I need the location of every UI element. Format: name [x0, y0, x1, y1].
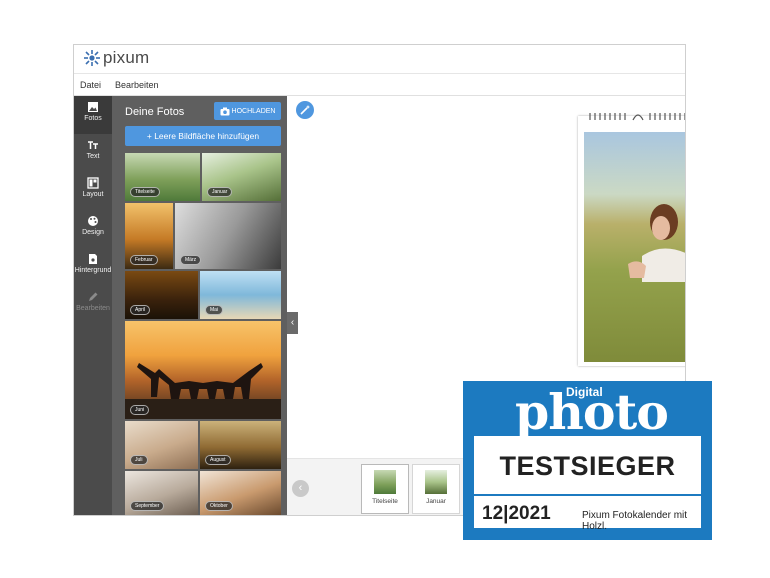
thumb-label: Juni [130, 405, 150, 415]
thumb-label: Mai [205, 305, 224, 315]
page-label: Januar [426, 498, 446, 505]
photo-thumbnail[interactable]: Titelseite [125, 153, 200, 201]
page-label: Titelseite [372, 498, 398, 505]
add-label: + Leere Bildfläche hinzufügen [146, 131, 260, 141]
thumb-label: April [130, 305, 151, 315]
sun-logo-icon [84, 50, 100, 66]
page-preview [374, 470, 396, 494]
photos-panel: Deine Fotos HOCHLADEN + Leere Bildfläche… [112, 96, 287, 515]
rail-item-bearbeiten[interactable]: Bearbeiten [74, 286, 112, 324]
thumb-label: März [180, 255, 202, 265]
rail-item-design[interactable]: Design [74, 210, 112, 248]
menu-bar: Datei Bearbeiten [74, 74, 685, 96]
photo-thumbnail[interactable]: August [200, 421, 281, 469]
thumb-label: Juli [130, 455, 148, 465]
image-icon [88, 102, 98, 112]
rail-label: Design [82, 229, 104, 236]
rail-label: Text [86, 153, 100, 160]
menu-datei[interactable]: Datei [80, 80, 101, 90]
calendar-photo[interactable] [584, 132, 685, 362]
magic-wand-button[interactable] [296, 101, 314, 119]
upload-button[interactable]: HOCHLADEN [214, 102, 281, 120]
calendar-page[interactable] [578, 113, 685, 366]
collapse-panel-button[interactable]: ‹ [287, 312, 298, 334]
rail-item-fotos[interactable]: Fotos [74, 96, 112, 134]
photo-thumbnail[interactable]: Mai [200, 271, 281, 319]
top-bar: pixum [74, 45, 685, 74]
photo-thumbnail[interactable]: Juli [125, 421, 198, 469]
rail-item-text[interactable]: Text [74, 134, 112, 172]
text-icon [88, 141, 98, 149]
award-panel: TESTSIEGER 12|2021 Pixum Fotokalender mi… [474, 436, 701, 532]
panel-title: Deine Fotos [125, 106, 185, 118]
page-preview [425, 470, 447, 494]
pencil-icon [89, 292, 98, 301]
add-empty-frame-button[interactable]: + Leere Bildfläche hinzufügen [125, 126, 281, 146]
family-silhouette [125, 363, 281, 419]
rail-label: Hintergrund [74, 267, 112, 274]
thumb-label: Titelseite [130, 187, 160, 197]
award-divider [474, 494, 701, 496]
strip-page-titelseite[interactable]: Titelseite [361, 464, 409, 514]
thumb-label: Januar [207, 187, 233, 197]
tool-rail: Fotos Text Layout Design Hintergrund Bea… [74, 96, 112, 515]
layout-icon [87, 177, 99, 189]
background-icon [89, 254, 97, 264]
photo-thumbnail[interactable]: Juni [125, 321, 281, 419]
woman-figure [628, 204, 685, 282]
magic-wand-icon [300, 105, 310, 115]
rail-label: Fotos [84, 115, 102, 122]
photo-thumbnail[interactable]: September [125, 471, 198, 515]
thumb-label: Februar [130, 255, 158, 265]
palette-icon [88, 216, 98, 226]
strip-page-januar[interactable]: Januar [412, 464, 460, 514]
thumb-label: August [205, 455, 231, 465]
spiral-binding [589, 113, 685, 121]
award-headline: TESTSIEGER [499, 451, 676, 481]
strip-prev-button[interactable]: ‹ [292, 480, 309, 497]
logo-text: pixum [103, 48, 150, 67]
pixum-logo[interactable]: pixum [83, 48, 149, 68]
award-brand: photo [515, 383, 669, 441]
photo-thumbnail[interactable]: Januar [202, 153, 281, 201]
testsieger-badge: Digital photo TESTSIEGER 12|2021 Pixum F… [463, 381, 712, 540]
rail-item-layout[interactable]: Layout [74, 172, 112, 210]
photo-thumbnail[interactable]: Februar [125, 203, 173, 269]
rail-label: Bearbeiten [76, 305, 110, 312]
camera-icon [220, 107, 230, 115]
award-issue: 12|2021 [482, 503, 551, 524]
menu-bearbeiten[interactable]: Bearbeiten [115, 80, 159, 90]
rail-item-hintergrund[interactable]: Hintergrund [74, 248, 112, 286]
thumb-label: September [130, 501, 165, 511]
photo-thumbnail[interactable]: April [125, 271, 198, 319]
upload-label: HOCHLADEN [231, 107, 276, 115]
thumb-label: Oktober [205, 501, 233, 511]
photo-thumbnail[interactable]: Oktober [200, 471, 281, 515]
chevron-left-icon: ‹ [290, 317, 295, 328]
photo-thumbnail[interactable]: März [175, 203, 281, 269]
award-product: Pixum Fotokalender mit Holzl. [582, 510, 688, 532]
rail-label: Layout [82, 191, 104, 198]
chevron-left-icon: ‹ [298, 482, 303, 494]
